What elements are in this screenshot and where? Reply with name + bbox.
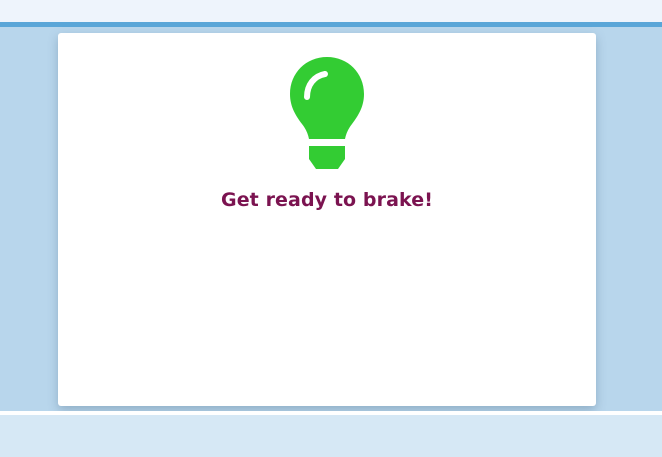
screen: Get ready to brake! (0, 0, 662, 457)
bulb-glass (290, 57, 364, 139)
lightbulb-icon (285, 55, 369, 173)
alert-card: Get ready to brake! (58, 33, 596, 406)
bottom-bar (0, 415, 662, 457)
top-bar (0, 0, 662, 22)
alert-message: Get ready to brake! (221, 189, 433, 211)
bulb-base (309, 146, 345, 169)
top-accent-line (0, 22, 662, 27)
